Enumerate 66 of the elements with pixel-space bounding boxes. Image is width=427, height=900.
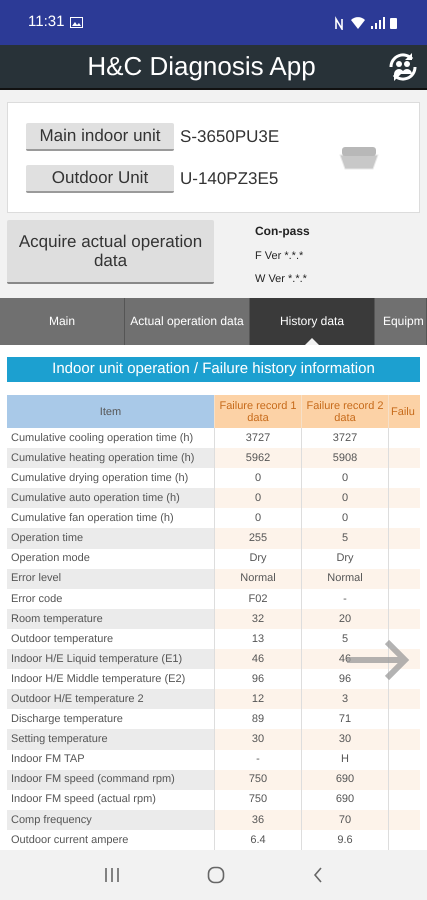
table-cell: 0 (214, 508, 301, 528)
table-cell: Dry (214, 548, 301, 569)
table-cell: 36 (214, 810, 301, 830)
table-cell: Cumulative heating operation time (h) (7, 448, 214, 468)
model-name: U-140PZ3E5 (180, 168, 278, 190)
table-cell: 750 (214, 790, 301, 810)
table-cell: Indoor FM speed (command rpm) (7, 770, 214, 790)
table-cell: 0 (301, 508, 388, 528)
table-cell: 0 (214, 468, 301, 488)
column-header: Failure record 1 data (214, 395, 301, 428)
table-cell: 20 (301, 608, 388, 629)
table-cell: 5 (301, 528, 388, 549)
table-cell: H (301, 750, 388, 770)
table-cell: 0 (301, 468, 388, 488)
home-icon[interactable] (207, 866, 226, 884)
table-cell: Normal (301, 568, 388, 589)
table-cell: 3 (301, 689, 388, 710)
ceiling-unit-icon (338, 144, 380, 170)
table-cell: 0 (214, 488, 301, 508)
table-cell: 89 (214, 709, 301, 730)
table-cell: 32 (214, 608, 301, 629)
table-cell: 30 (214, 729, 301, 750)
table-cell: 12 (214, 689, 301, 710)
gallery-icon (70, 17, 84, 28)
tab[interactable]: History data (250, 298, 375, 345)
table-cell: 70 (301, 810, 388, 830)
table-cell: Indoor H/E Liquid temperature (E1) (7, 649, 214, 670)
table-cell: 690 (301, 770, 388, 790)
table-cell: Dry (301, 548, 388, 569)
column-header: Item (7, 395, 214, 428)
table-cell: Comp frequency (7, 810, 214, 830)
unit-button[interactable]: Main indoor unit (26, 122, 174, 150)
table-cell: Cumulative auto operation time (h) (7, 488, 214, 508)
unit-button[interactable]: Outdoor Unit (26, 164, 174, 192)
table-cell: Setting temperature (7, 729, 214, 750)
table-cell: 5962 (214, 448, 301, 468)
model-name: S-3650PU3E (180, 126, 280, 148)
f-version: F Ver *.*.* (255, 249, 304, 264)
table-cell: Room temperature (7, 608, 214, 629)
app-title: H&C Diagnosis App (86, 50, 317, 83)
table-cell: 690 (301, 790, 388, 810)
table-cell: Outdoor H/E temperature 2 (7, 689, 214, 710)
table-cell: - (214, 750, 301, 770)
tab[interactable]: Equipm (375, 298, 427, 345)
table-cell: Normal (214, 568, 301, 589)
w-version: W Ver *.*.* (255, 272, 308, 286)
column-header: Failure record 2 data (301, 395, 388, 428)
table-cell: 750 (214, 770, 301, 790)
con-pass-label: Con-pass (255, 223, 310, 240)
table-cell: 0 (301, 488, 388, 508)
status-time: 11:31 (28, 12, 64, 32)
table-cell: 30 (301, 729, 388, 750)
column-header: Failu (388, 395, 420, 428)
table-cell: Operation time (7, 528, 214, 549)
table-cell: 5908 (301, 448, 388, 468)
acquire-button[interactable]: Acquire actual operation data (7, 220, 214, 284)
table-cell: 71 (301, 709, 388, 730)
section-title: Indoor unit operation / Failure history information (7, 357, 420, 382)
table-cell: Error level (7, 568, 214, 589)
status-icons-drawing (335, 16, 399, 30)
recent-apps-icon[interactable] (103, 867, 122, 883)
table-cell: 255 (214, 528, 301, 549)
tab[interactable]: Actual operation data (125, 298, 250, 345)
table-cell: 46 (214, 649, 301, 670)
tab[interactable]: Main (0, 298, 125, 345)
back-icon[interactable] (312, 866, 324, 884)
